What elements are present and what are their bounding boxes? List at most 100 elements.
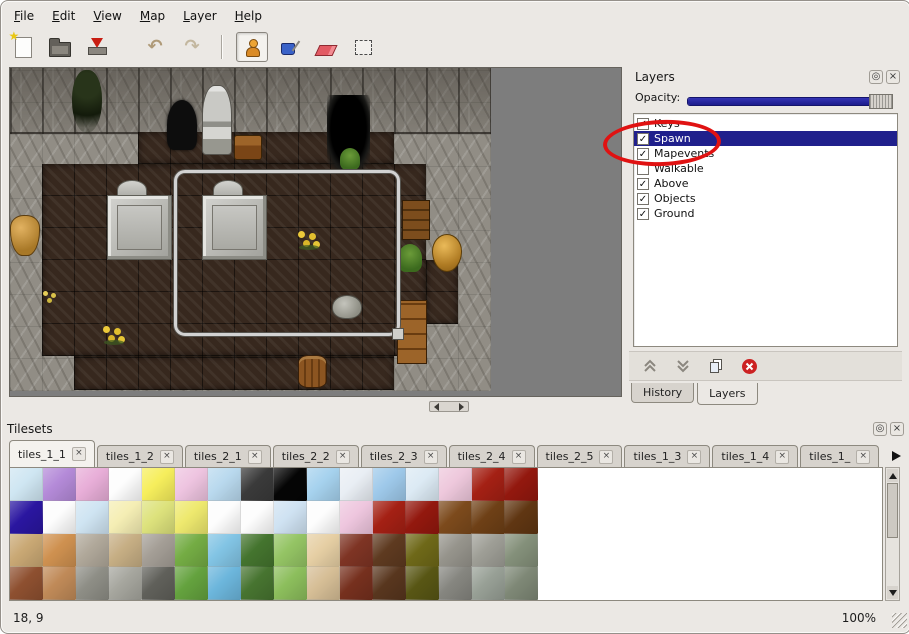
tile-0-10[interactable] (340, 468, 373, 501)
tile-3-14[interactable] (472, 567, 505, 600)
menu-view[interactable]: View (84, 6, 130, 26)
tile-3-13[interactable] (439, 567, 472, 600)
menu-file[interactable]: File (5, 6, 43, 26)
tab-close-icon[interactable]: × (424, 450, 438, 464)
tile-2-3[interactable] (109, 534, 142, 567)
tile-0-15[interactable] (505, 468, 538, 501)
tile-3-9[interactable] (307, 567, 340, 600)
tile-3-11[interactable] (373, 567, 406, 600)
tileset-tab-tiles_2_4[interactable]: tiles_2_4× (449, 445, 535, 467)
new-file-button[interactable]: ★ (7, 32, 39, 62)
paint-tool-button[interactable] (273, 32, 305, 62)
tile-2-5[interactable] (175, 534, 208, 567)
tile-1-0[interactable] (10, 501, 43, 534)
tile-1-3[interactable] (109, 501, 142, 534)
undo-button[interactable]: ↶ (139, 32, 171, 62)
menu-layer[interactable]: Layer (174, 6, 225, 26)
tile-0-4[interactable] (142, 468, 175, 501)
tileset-v-scrollbar[interactable] (885, 467, 900, 601)
tile-3-3[interactable] (109, 567, 142, 600)
tile-1-1[interactable] (43, 501, 76, 534)
layer-row-objects[interactable]: ✓Objects (634, 191, 897, 206)
tileset-tab-tiles_1_4[interactable]: tiles_1_4× (712, 445, 798, 467)
tile-0-2[interactable] (76, 468, 109, 501)
tab-close-icon[interactable]: × (72, 447, 86, 461)
tile-0-13[interactable] (439, 468, 472, 501)
eraser-tool-button[interactable] (310, 32, 342, 62)
menu-help[interactable]: Help (226, 6, 271, 26)
tile-3-7[interactable] (241, 567, 274, 600)
select-tool-button[interactable] (347, 32, 379, 62)
layer-checkbox-spawn[interactable]: ✓ (637, 133, 649, 145)
layer-row-mapevents[interactable]: ✓Mapevents (634, 146, 897, 161)
resize-grip[interactable] (892, 613, 907, 628)
tile-0-7[interactable] (241, 468, 274, 501)
tile-0-9[interactable] (307, 468, 340, 501)
tile-3-1[interactable] (43, 567, 76, 600)
tile-2-0[interactable] (10, 534, 43, 567)
layer-row-ground[interactable]: ✓Ground (634, 206, 897, 221)
tile-2-13[interactable] (439, 534, 472, 567)
tile-1-8[interactable] (274, 501, 307, 534)
layer-checkbox-ground[interactable]: ✓ (637, 208, 649, 220)
tileset-tab-tiles_1_3[interactable]: tiles_1_3× (624, 445, 710, 467)
tab-close-icon[interactable]: × (512, 450, 526, 464)
tile-1-9[interactable] (307, 501, 340, 534)
spawn-tool-button[interactable] (236, 32, 268, 62)
layer-row-spawn[interactable]: ✓Spawn (634, 131, 897, 146)
tile-2-1[interactable] (43, 534, 76, 567)
tileset-tab-tiles_1_[interactable]: tiles_1_× (800, 445, 879, 467)
map-h-scrollbar[interactable] (429, 401, 469, 412)
tile-2-15[interactable] (505, 534, 538, 567)
tile-0-3[interactable] (109, 468, 142, 501)
tile-3-6[interactable] (208, 567, 241, 600)
tile-1-12[interactable] (406, 501, 439, 534)
tile-0-11[interactable] (373, 468, 406, 501)
selection-resize-handle[interactable] (392, 328, 404, 340)
tile-3-8[interactable] (274, 567, 307, 600)
scrollbar-thumb[interactable] (887, 483, 898, 538)
layer-row-above[interactable]: ✓Above (634, 176, 897, 191)
delete-layer-button[interactable] (737, 355, 761, 377)
tile-2-2[interactable] (76, 534, 109, 567)
tab-close-icon[interactable]: × (775, 450, 789, 464)
tile-0-6[interactable] (208, 468, 241, 501)
tile-2-4[interactable] (142, 534, 175, 567)
panel-tab-history[interactable]: History (631, 383, 694, 403)
tab-close-icon[interactable]: × (248, 450, 262, 464)
tile-0-0[interactable] (10, 468, 43, 501)
tileset-tab-tiles_2_3[interactable]: tiles_2_3× (361, 445, 447, 467)
tile-1-6[interactable] (208, 501, 241, 534)
tile-3-12[interactable] (406, 567, 439, 600)
scroll-up-button[interactable] (887, 469, 898, 482)
tile-3-4[interactable] (142, 567, 175, 600)
scroll-down-button[interactable] (887, 586, 898, 599)
tile-0-12[interactable] (406, 468, 439, 501)
tile-1-13[interactable] (439, 501, 472, 534)
close-tilesets-button[interactable]: × (890, 422, 904, 436)
tile-1-15[interactable] (505, 501, 538, 534)
tileset-tab-tiles_2_1[interactable]: tiles_2_1× (185, 445, 271, 467)
duplicate-layer-button[interactable] (704, 355, 728, 377)
tab-close-icon[interactable]: × (687, 450, 701, 464)
tab-close-icon[interactable]: × (160, 450, 174, 464)
tileset-tab-tiles_1_1[interactable]: tiles_1_1× (9, 440, 95, 467)
tile-3-15[interactable] (505, 567, 538, 600)
layer-checkbox-above[interactable]: ✓ (637, 178, 649, 190)
tile-2-14[interactable] (472, 534, 505, 567)
tile-0-14[interactable] (472, 468, 505, 501)
close-panel-button[interactable]: × (886, 70, 900, 84)
map-selection[interactable] (174, 170, 400, 336)
tile-2-12[interactable] (406, 534, 439, 567)
opacity-slider-handle[interactable] (869, 94, 893, 109)
detach-panel-button[interactable]: ◎ (869, 70, 883, 84)
tile-1-5[interactable] (175, 501, 208, 534)
layer-row-walkable[interactable]: Walkable (634, 161, 897, 176)
tile-0-5[interactable] (175, 468, 208, 501)
lower-layer-button[interactable] (671, 355, 695, 377)
layer-row-keys[interactable]: ✓Keys (634, 116, 897, 131)
tile-1-11[interactable] (373, 501, 406, 534)
tab-close-icon[interactable]: × (856, 450, 870, 464)
detach-tilesets-button[interactable]: ◎ (873, 422, 887, 436)
raise-layer-button[interactable] (638, 355, 662, 377)
